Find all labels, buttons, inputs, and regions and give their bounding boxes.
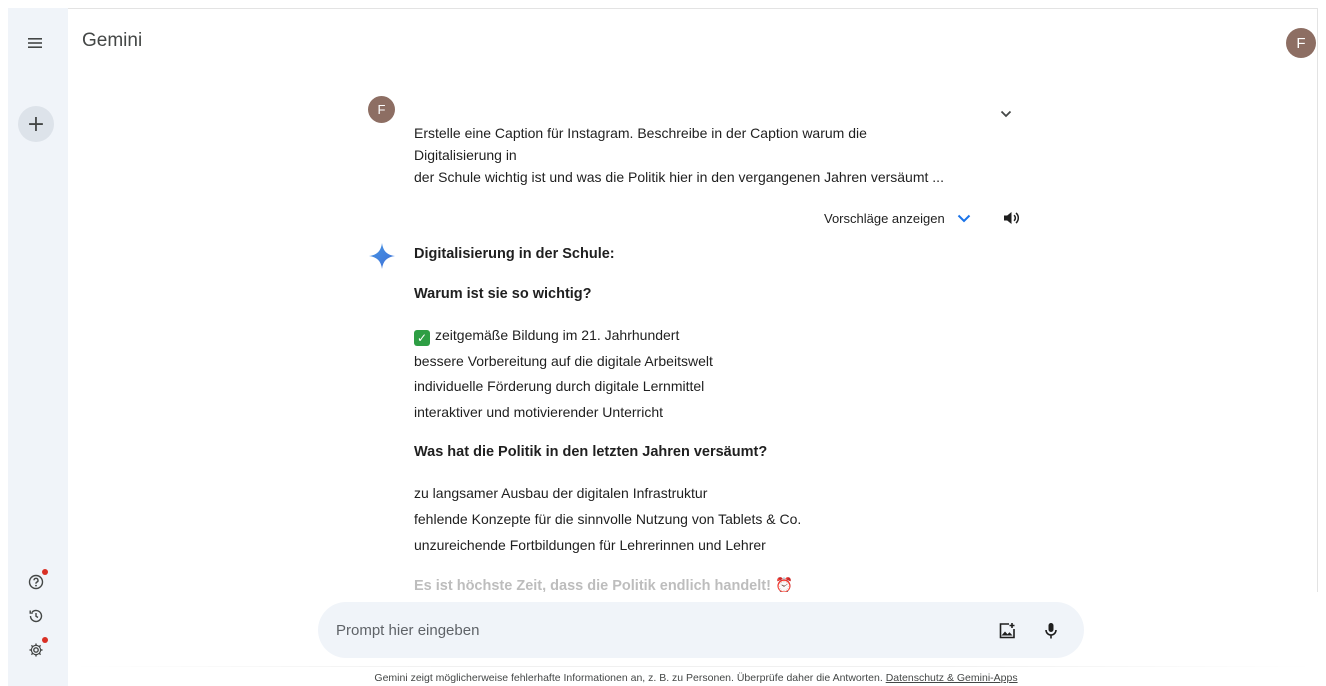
help-button[interactable] [26, 569, 48, 592]
microphone-button[interactable] [1040, 620, 1062, 642]
add-image-icon [999, 623, 1015, 639]
disclaimer: Gemini zeigt möglicherweise fehlerhafte … [0, 672, 1326, 684]
reason-item: ✓ zeitgemäße Bildung im 21. Jahrhundert [414, 325, 679, 346]
response-heading: Digitalisierung in der Schule: [414, 246, 615, 262]
new-chat-button[interactable]: + [18, 106, 54, 142]
suggestions-label: Vorschläge anzeigen [824, 211, 945, 226]
chevron-down-icon [957, 212, 971, 226]
response-heading: Warum ist sie so wichtig? [414, 286, 592, 302]
settings-button[interactable] [26, 637, 48, 660]
menu-button[interactable] [24, 32, 46, 54]
app-title: Gemini [82, 30, 143, 51]
user-avatar: F [368, 96, 395, 123]
sidebar: + [8, 8, 68, 686]
prompt-input-bar [318, 602, 1084, 658]
reason-item: individuelle Förderung durch digitale Le… [414, 378, 705, 394]
prompt-line: Digitalisierung in [414, 147, 517, 163]
prompt-input[interactable] [336, 618, 936, 642]
expand-prompt-button[interactable] [996, 104, 1016, 124]
response-heading: Was hat die Politik in den letzten Jahre… [414, 444, 768, 460]
chevron-down-icon [1000, 110, 1012, 118]
account-avatar[interactable]: F [1286, 28, 1316, 58]
notification-dot [42, 637, 48, 643]
divider [68, 666, 1318, 667]
privacy-link[interactable]: Datenschutz & Gemini-Apps [886, 672, 1018, 684]
history-icon [29, 609, 43, 623]
check-mark-icon: ✓ [414, 330, 430, 346]
notification-dot [42, 569, 48, 575]
failure-item: fehlende Konzepte für die sinnvolle Nutz… [414, 511, 802, 527]
menu-icon [28, 38, 42, 48]
gemini-spark-icon [369, 243, 395, 269]
prompt-line: der Schule wichtig ist und was die Polit… [414, 169, 944, 185]
help-icon [28, 574, 44, 590]
failure-item: unzureichende Fortbildungen für Lehrerin… [414, 537, 766, 553]
user-prompt: Erstelle eine Caption für Instagram. Bes… [414, 122, 974, 188]
upload-image-button[interactable] [996, 620, 1018, 642]
prompt-line: Erstelle eine Caption für Instagram. Bes… [414, 125, 867, 141]
reason-item: bessere Vorbereitung auf die digitale Ar… [414, 353, 713, 369]
show-suggestions-button[interactable]: Vorschläge anzeigen [824, 211, 971, 226]
history-button[interactable] [26, 606, 46, 626]
disclaimer-text: Gemini zeigt möglicherweise fehlerhafte … [374, 672, 883, 684]
reason-item: interaktiver und motivierender Unterrich… [414, 404, 663, 420]
read-aloud-button[interactable] [1002, 208, 1022, 228]
microphone-icon [1045, 623, 1057, 639]
settings-icon [29, 643, 43, 657]
plus-icon: + [26, 111, 46, 137]
failure-item: zu langsamer Ausbau der digitalen Infras… [414, 485, 708, 501]
speaker-icon [1004, 212, 1020, 224]
